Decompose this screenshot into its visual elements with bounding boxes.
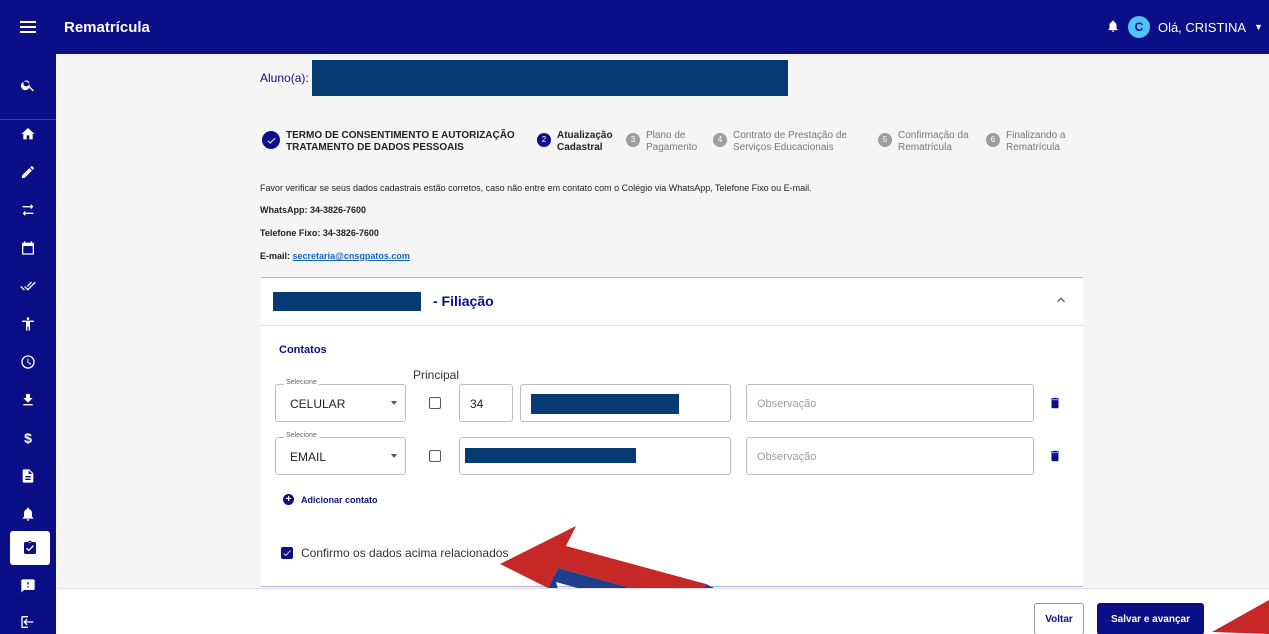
confirm-row: Confirmo os dados acima relacionados [281,546,508,560]
select-value: CELULAR [290,397,346,411]
contacts-title: Contatos [279,344,327,356]
top-app-bar: Rematrícula C Olá, CRISTINA ▼ [0,0,1269,54]
trash-icon[interactable] [1048,448,1062,464]
observation-placeholder: Observação [757,398,817,410]
sidebar: $ [0,54,56,634]
student-row: Aluno(a): [260,60,788,96]
ddd-input[interactable]: 34 [459,384,513,422]
chevron-down-icon[interactable]: ▼ [1254,22,1263,32]
user-greeting[interactable]: Olá, CRISTINA [1158,20,1246,35]
main-content: Aluno(a): TERMO DE CONSENTIMENTO E AUTOR… [56,54,1269,634]
footer-bar: Voltar Salvar e avançar [56,588,1269,634]
step-6: 6 Finalizando a Rematrícula [986,130,1065,154]
step-number: 2 [537,133,551,147]
swap-icon[interactable] [0,193,56,227]
email-input[interactable] [459,437,731,475]
principal-checkbox[interactable] [429,450,441,462]
step-label: Confirmação da Rematrícula [898,130,969,153]
email-label: E-mail: [260,251,291,261]
redacted-email [465,448,636,463]
confirm-checkbox[interactable] [281,547,293,559]
email-info: E-mail: secretaria@cnsgpatos.com [260,251,410,261]
observation-placeholder: Observação [757,451,817,463]
redacted-phone [531,394,679,414]
email-link[interactable]: secretaria@cnsgpatos.com [293,251,410,261]
contact-type-select[interactable]: Selecione CELULAR [275,379,406,422]
step-number: 6 [986,133,1000,147]
step-number: 5 [878,133,892,147]
redacted-student-name [311,60,788,96]
step-1: TERMO DE CONSENTIMENTO E AUTORIZAÇÃO TRAT… [262,130,515,154]
save-and-next-button[interactable]: Salvar e avançar [1097,603,1204,634]
select-value: EMAIL [290,450,327,464]
step-5: 5 Confirmação da Rematrícula [878,130,969,154]
user-area: C Olá, CRISTINA ▼ [1106,0,1263,54]
caret-down-icon [391,454,397,458]
double-check-icon[interactable] [0,269,56,303]
contact-type-select[interactable]: Selecione EMAIL [275,432,406,475]
step-number: 3 [626,133,640,147]
caret-down-icon [391,401,397,405]
step-2: 2 Atualização Cadastral [537,130,613,154]
redacted-parent-name [273,292,421,311]
search-icon[interactable] [0,68,56,102]
observation-input[interactable]: Observação [746,384,1034,422]
menu-icon[interactable] [0,0,56,54]
info-message: Favor verificar se seus dados cadastrais… [260,183,812,193]
panel-title: - Filiação [433,293,494,309]
confirm-label[interactable]: Confirmo os dados acima relacionados [301,546,508,560]
accessibility-icon[interactable] [0,307,56,341]
bell-icon[interactable] [1106,19,1120,36]
step-label: Plano de Pagamento [646,130,698,153]
pencil-icon[interactable] [0,155,56,189]
app-title: Rematrícula [64,18,150,36]
principal-label: Principal [413,368,460,382]
bell-icon[interactable] [0,497,56,531]
principal-checkbox[interactable] [429,397,441,409]
step-4: 4 Contrato de Prestação de Serviços Educa… [713,130,847,154]
add-contact-label: Adicionar contato [301,494,378,505]
observation-input[interactable]: Observação [746,437,1034,475]
trash-icon[interactable] [1048,395,1062,411]
dollar-icon[interactable]: $ [0,421,56,455]
plus-circle-icon: + [283,494,294,505]
step-label: Contrato de Prestação de Serviços Educaci… [733,130,847,153]
add-contact-button[interactable]: + Adicionar contato [283,494,378,505]
panel-header[interactable]: - Filiação [261,278,1083,326]
phone-info: Telefone Fixo: 34-3826-7600 [260,228,379,238]
clock-icon[interactable] [0,345,56,379]
select-legend: Selecione [284,432,319,439]
step-label: TERMO DE CONSENTIMENTO E AUTORIZAÇÃO TRAT… [286,130,515,153]
avatar[interactable]: C [1127,16,1150,38]
check-icon [262,131,280,149]
whatsapp-info: WhatsApp: 34-3826-7600 [260,205,367,215]
step-3: 3 Plano de Pagamento [626,130,697,154]
chevron-up-icon[interactable] [1053,292,1069,308]
annotation-arrow-corner [1212,600,1269,634]
feedback-icon[interactable] [0,569,56,603]
student-label: Aluno(a): [260,71,309,85]
clipboard-check-icon[interactable] [10,531,50,565]
ddd-value: 34 [470,397,484,411]
document-icon[interactable] [0,459,56,493]
step-label: Finalizando a Rematrícula [1006,130,1066,153]
step-label: Atualização Cadastral [557,130,613,153]
calendar-icon[interactable] [0,231,56,265]
download-icon[interactable] [0,383,56,417]
phone-number-input[interactable] [520,384,731,422]
logout-icon[interactable] [0,605,56,634]
select-legend: Selecione [284,379,319,386]
home-icon[interactable] [0,117,56,151]
back-button[interactable]: Voltar [1034,603,1084,634]
step-number: 4 [713,133,727,147]
